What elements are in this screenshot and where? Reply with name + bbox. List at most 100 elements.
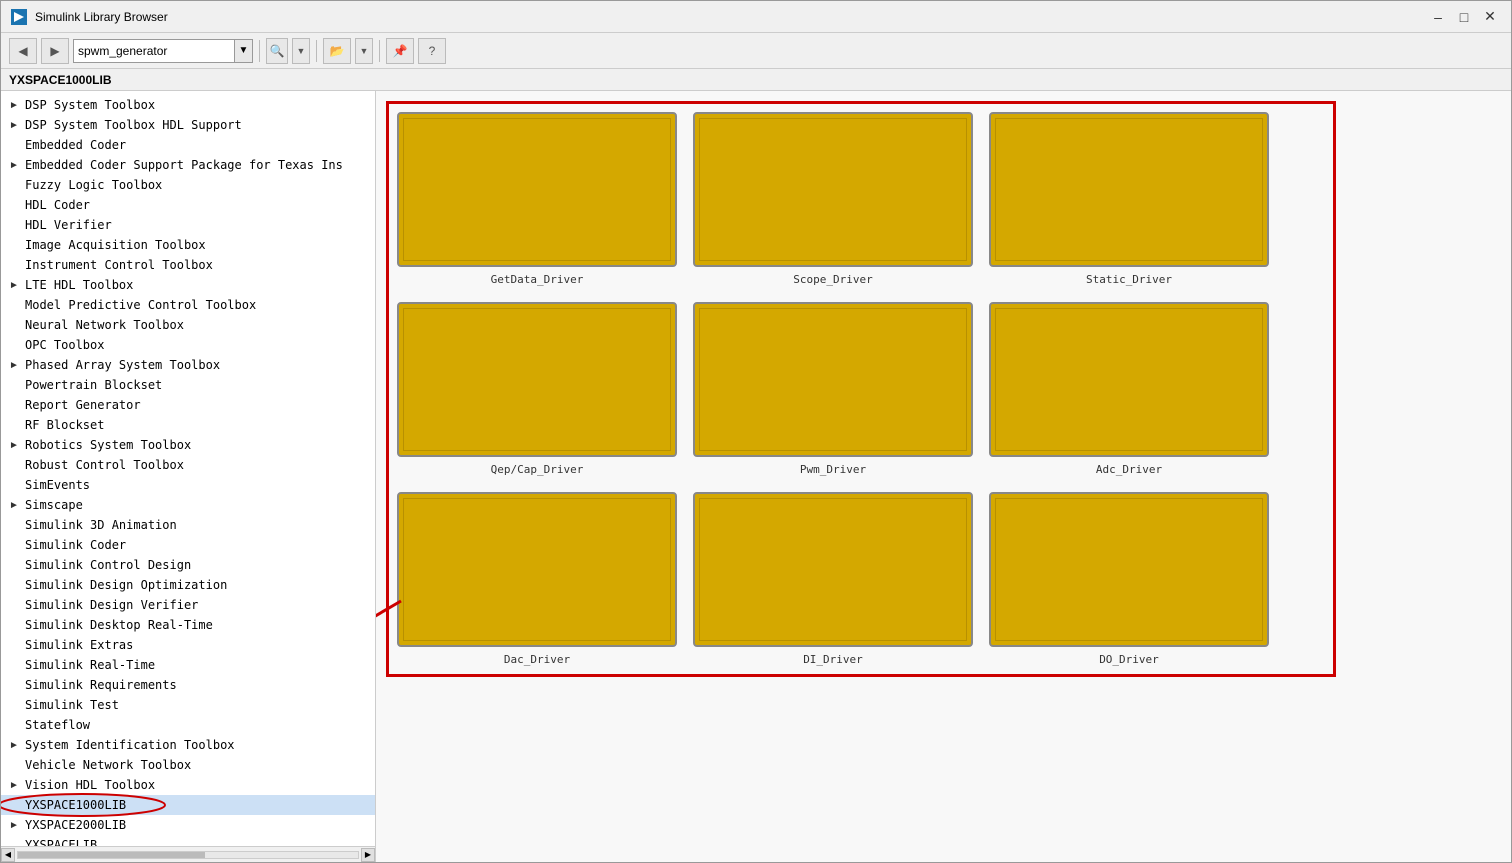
- back-button[interactable]: ◀: [9, 38, 37, 64]
- expand-icon: ►: [9, 100, 21, 111]
- find-button[interactable]: 🔍: [266, 38, 288, 64]
- sidebar-item-label: Simulink Real-Time: [25, 658, 155, 672]
- expand-icon: ►: [9, 160, 21, 171]
- sidebar-item-simulink-req[interactable]: ► Simulink Requirements: [1, 675, 375, 695]
- sidebar-item-label: Fuzzy Logic Toolbox: [25, 178, 162, 192]
- block-label-getdata: GetData_Driver: [491, 273, 584, 286]
- sidebar-item-yxspace2000lib[interactable]: ► YXSPACE2000LIB: [1, 815, 375, 835]
- sidebar-item-powertrain[interactable]: ► Powertrain Blockset: [1, 375, 375, 395]
- expand-icon: ►: [9, 440, 21, 451]
- minimize-button[interactable]: –: [1427, 6, 1449, 28]
- block-dac-driver[interactable]: [397, 492, 677, 647]
- sidebar-item-label: Image Acquisition Toolbox: [25, 238, 206, 252]
- sidebar-item-vision-hdl[interactable]: ► Vision HDL Toolbox: [1, 775, 375, 795]
- sidebar-item-rf-blockset[interactable]: ► RF Blockset: [1, 415, 375, 435]
- sidebar-item-simulink-realtime[interactable]: ► Simulink Real-Time: [1, 655, 375, 675]
- sidebar-item-simulink-design-opt[interactable]: ► Simulink Design Optimization: [1, 575, 375, 595]
- block-item-scope: Scope_Driver: [693, 112, 973, 286]
- block-pwm-driver[interactable]: [693, 302, 973, 457]
- scroll-right-button[interactable]: ▶: [361, 848, 375, 862]
- block-do-driver[interactable]: [989, 492, 1269, 647]
- sidebar-item-embedded-coder-support[interactable]: ► Embedded Coder Support Package for Tex…: [1, 155, 375, 175]
- sidebar-item-label: RF Blockset: [25, 418, 104, 432]
- add-to-path-button[interactable]: 📂: [323, 38, 351, 64]
- sidebar-item-neural-network[interactable]: ► Neural Network Toolbox: [1, 315, 375, 335]
- block-label-adc: Adc_Driver: [1096, 463, 1162, 476]
- sidebar-item-simevents[interactable]: ► SimEvents: [1, 475, 375, 495]
- block-label-scope: Scope_Driver: [793, 273, 872, 286]
- sidebar-item-label: Simulink 3D Animation: [25, 518, 177, 532]
- expand-icon: ►: [9, 820, 21, 831]
- sidebar-item-simulink-3d[interactable]: ► Simulink 3D Animation: [1, 515, 375, 535]
- search-input[interactable]: [74, 40, 234, 62]
- sidebar-item-label: Simscape: [25, 498, 83, 512]
- help-button[interactable]: ?: [418, 38, 446, 64]
- sidebar-item-simulink-control[interactable]: ► Simulink Control Design: [1, 555, 375, 575]
- expand-icon: ►: [9, 360, 21, 371]
- expand-icon: ►: [9, 280, 21, 291]
- block-label-qep: Qep/Cap_Driver: [491, 463, 584, 476]
- content-area: GetData_Driver Scope_Driver Static_Drive…: [376, 91, 1511, 862]
- block-item-di: DI_Driver: [693, 492, 973, 666]
- block-getdata-driver[interactable]: [397, 112, 677, 267]
- sidebar-item-opc-toolbox[interactable]: ► OPC Toolbox: [1, 335, 375, 355]
- sidebar-item-label: Simulink Desktop Real-Time: [25, 618, 213, 632]
- hscroll-track[interactable]: [17, 851, 359, 859]
- blocks-container: GetData_Driver Scope_Driver Static_Drive…: [386, 101, 1336, 677]
- block-label-pwm: Pwm_Driver: [800, 463, 866, 476]
- search-dropdown[interactable]: ▼: [234, 40, 252, 62]
- sidebar-item-dsp-system-toolbox[interactable]: ► DSP System Toolbox: [1, 95, 375, 115]
- sidebar-item-phased-array[interactable]: ► Phased Array System Toolbox: [1, 355, 375, 375]
- sidebar-item-simulink-extras[interactable]: ► Simulink Extras: [1, 635, 375, 655]
- horizontal-scrollbar[interactable]: ◀ ▶: [1, 846, 375, 862]
- sidebar-item-image-acquisition[interactable]: ► Image Acquisition Toolbox: [1, 235, 375, 255]
- sidebar-item-label: Powertrain Blockset: [25, 378, 162, 392]
- forward-button[interactable]: ▶: [41, 38, 69, 64]
- block-static-driver[interactable]: [989, 112, 1269, 267]
- sidebar-item-label: Vision HDL Toolbox: [25, 778, 155, 792]
- sidebar-item-hdl-verifier[interactable]: ► HDL Verifier: [1, 215, 375, 235]
- sidebar-item-label: Stateflow: [25, 718, 90, 732]
- hscroll-thumb[interactable]: [18, 852, 205, 858]
- sidebar-item-robotics[interactable]: ► Robotics System Toolbox: [1, 435, 375, 455]
- sidebar-item-label: Vehicle Network Toolbox: [25, 758, 191, 772]
- sidebar-item-hdl-coder[interactable]: ► HDL Coder: [1, 195, 375, 215]
- sidebar-item-fuzzy-logic[interactable]: ► Fuzzy Logic Toolbox: [1, 175, 375, 195]
- blocks-grid: GetData_Driver Scope_Driver Static_Drive…: [397, 112, 1325, 666]
- sidebar-item-report-generator[interactable]: ► Report Generator: [1, 395, 375, 415]
- block-label-do: DO_Driver: [1099, 653, 1159, 666]
- sidebar-item-stateflow[interactable]: ► Stateflow: [1, 715, 375, 735]
- sidebar-item-label: Neural Network Toolbox: [25, 318, 184, 332]
- sidebar-item-simscape[interactable]: ► Simscape: [1, 495, 375, 515]
- scroll-left-button[interactable]: ◀: [1, 848, 15, 862]
- block-scope-driver[interactable]: [693, 112, 973, 267]
- add-path-dropdown-button[interactable]: ▼: [355, 38, 373, 64]
- sidebar-item-embedded-coder[interactable]: ► Embedded Coder: [1, 135, 375, 155]
- sidebar-item-simulink-design-ver[interactable]: ► Simulink Design Verifier: [1, 595, 375, 615]
- maximize-button[interactable]: □: [1453, 6, 1475, 28]
- titlebar: Simulink Library Browser – □ ✕: [1, 1, 1511, 33]
- sidebar-item-model-predictive[interactable]: ► Model Predictive Control Toolbox: [1, 295, 375, 315]
- block-di-driver[interactable]: [693, 492, 973, 647]
- sidebar-item-simulink-coder[interactable]: ► Simulink Coder: [1, 535, 375, 555]
- find-dropdown-button[interactable]: ▼: [292, 38, 310, 64]
- block-item-qep: Qep/Cap_Driver: [397, 302, 677, 476]
- sidebar-item-label: LTE HDL Toolbox: [25, 278, 133, 292]
- pin-button[interactable]: 📌: [386, 38, 414, 64]
- sidebar-item-dsp-hdl-support[interactable]: ► DSP System Toolbox HDL Support: [1, 115, 375, 135]
- sidebar-item-simulink-test[interactable]: ► Simulink Test: [1, 695, 375, 715]
- block-qep-driver[interactable]: [397, 302, 677, 457]
- annotated-region: GetData_Driver Scope_Driver Static_Drive…: [386, 101, 1336, 677]
- sidebar-item-yxspace1000lib[interactable]: ► YXSPACE1000LIB: [1, 795, 375, 815]
- sidebar-item-robust-control[interactable]: ► Robust Control Toolbox: [1, 455, 375, 475]
- block-adc-driver[interactable]: [989, 302, 1269, 457]
- sidebar-item-label: DSP System Toolbox HDL Support: [25, 118, 242, 132]
- close-button[interactable]: ✕: [1479, 6, 1501, 28]
- titlebar-controls: – □ ✕: [1427, 6, 1501, 28]
- sidebar-item-simulink-desktop[interactable]: ► Simulink Desktop Real-Time: [1, 615, 375, 635]
- sidebar-item-vehicle-network[interactable]: ► Vehicle Network Toolbox: [1, 755, 375, 775]
- sidebar-item-instrument-control[interactable]: ► Instrument Control Toolbox: [1, 255, 375, 275]
- toolbar: ◀ ▶ ▼ 🔍 ▼ 📂 ▼ 📌 ?: [1, 33, 1511, 69]
- sidebar-item-lte-hdl[interactable]: ► LTE HDL Toolbox: [1, 275, 375, 295]
- sidebar-item-system-id[interactable]: ► System Identification Toolbox: [1, 735, 375, 755]
